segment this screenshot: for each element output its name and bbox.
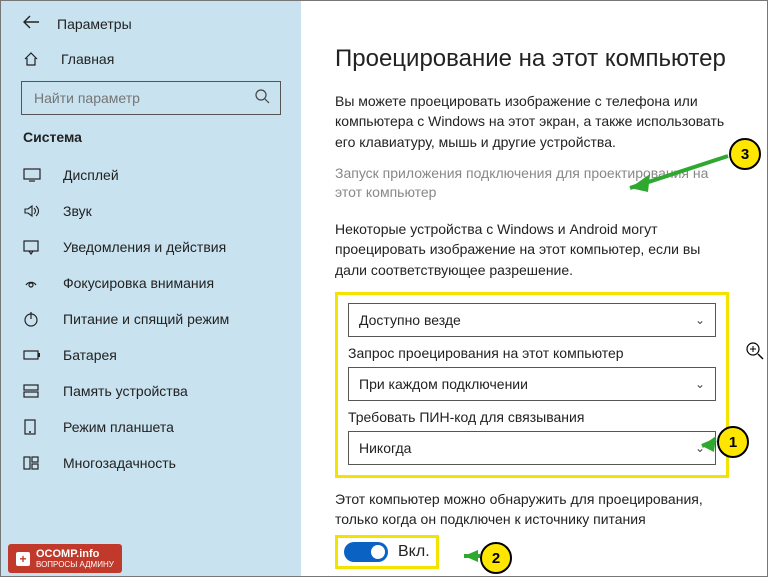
availability-select-value: Доступно везде [359, 312, 461, 328]
tablet-icon [23, 419, 43, 435]
watermark-sub: ВОПРОСЫ АДМИНУ [36, 560, 114, 569]
sidebar-item-notifications[interactable]: Уведомления и действия [1, 229, 301, 265]
sidebar-section-title: Система [1, 129, 301, 157]
chevron-down-icon: ⌄ [695, 441, 705, 455]
launch-connect-link[interactable]: Запуск приложения подключения для проект… [335, 164, 729, 203]
discoverable-note: Этот компьютер можно обнаружить для прое… [335, 490, 729, 529]
multitask-icon [23, 456, 43, 470]
search-icon [254, 88, 270, 109]
sidebar-item-multitask[interactable]: Многозадачность [1, 445, 301, 481]
sidebar-home-label: Главная [61, 51, 114, 67]
sidebar-item-home[interactable]: Главная [1, 37, 301, 81]
sidebar: Параметры Главная Система Дисплей Звук У… [1, 1, 301, 576]
plus-icon: + [16, 552, 30, 566]
page-title: Проецирование на этот компьютер [335, 45, 729, 73]
sidebar-item-label: Питание и спящий режим [63, 311, 229, 327]
annotation-marker-1: 1 [717, 426, 749, 458]
display-icon [23, 168, 43, 182]
sidebar-item-display[interactable]: Дисплей [1, 157, 301, 193]
storage-icon [23, 384, 43, 398]
ask-select-value: При каждом подключении [359, 376, 528, 392]
sidebar-item-sound[interactable]: Звук [1, 193, 301, 229]
chevron-down-icon: ⌄ [695, 313, 705, 327]
pin-label: Требовать ПИН-код для связывания [348, 409, 716, 425]
sidebar-item-label: Батарея [63, 347, 117, 363]
chevron-down-icon: ⌄ [695, 377, 705, 391]
magnifier-cursor-icon [746, 342, 764, 365]
power-icon [23, 311, 43, 327]
annotation-marker-3: 3 [729, 138, 761, 170]
pin-select-value: Никогда [359, 440, 411, 456]
sidebar-item-label: Фокусировка внимания [63, 275, 214, 291]
home-icon [23, 51, 39, 67]
notifications-icon [23, 239, 43, 255]
search-input-container[interactable] [21, 81, 281, 115]
pin-select[interactable]: Никогда ⌄ [348, 431, 716, 465]
sidebar-item-label: Память устройства [63, 383, 188, 399]
settings-window: Параметры Главная Система Дисплей Звук У… [0, 0, 768, 577]
back-button[interactable] [23, 15, 39, 33]
toggle-label: Вкл. [398, 543, 430, 561]
sidebar-item-label: Звук [63, 203, 92, 219]
availability-select[interactable]: Доступно везде ⌄ [348, 303, 716, 337]
annotation-marker-2: 2 [480, 542, 512, 574]
sidebar-item-power[interactable]: Питание и спящий режим [1, 301, 301, 337]
focus-icon [23, 275, 43, 291]
sidebar-item-focus[interactable]: Фокусировка внимания [1, 265, 301, 301]
discoverable-toggle-row: Вкл. [335, 535, 439, 569]
sound-icon [23, 204, 43, 218]
battery-icon [23, 349, 43, 361]
options-highlight: Доступно везде ⌄ Запрос проецирования на… [335, 292, 729, 478]
ask-select[interactable]: При каждом подключении ⌄ [348, 367, 716, 401]
sidebar-item-label: Режим планшета [63, 419, 174, 435]
sidebar-item-label: Уведомления и действия [63, 239, 226, 255]
watermark-brand: OCOMP.info [36, 548, 99, 560]
window-title: Параметры [57, 16, 132, 32]
sidebar-item-label: Дисплей [63, 167, 119, 183]
ask-label: Запрос проецирования на этот компьютер [348, 345, 716, 361]
watermark: + OCOMP.info ВОПРОСЫ АДМИНУ [8, 544, 122, 573]
description-text: Некоторые устройства с Windows и Android… [335, 219, 729, 280]
sidebar-item-storage[interactable]: Память устройства [1, 373, 301, 409]
main-content: Проецирование на этот компьютер Вы может… [301, 1, 767, 576]
sidebar-item-battery[interactable]: Батарея [1, 337, 301, 373]
sidebar-item-tablet[interactable]: Режим планшета [1, 409, 301, 445]
search-input[interactable] [32, 89, 254, 107]
discoverable-toggle[interactable] [344, 542, 388, 562]
intro-text: Вы можете проецировать изображение с тел… [335, 91, 729, 152]
sidebar-item-label: Многозадачность [63, 455, 176, 471]
